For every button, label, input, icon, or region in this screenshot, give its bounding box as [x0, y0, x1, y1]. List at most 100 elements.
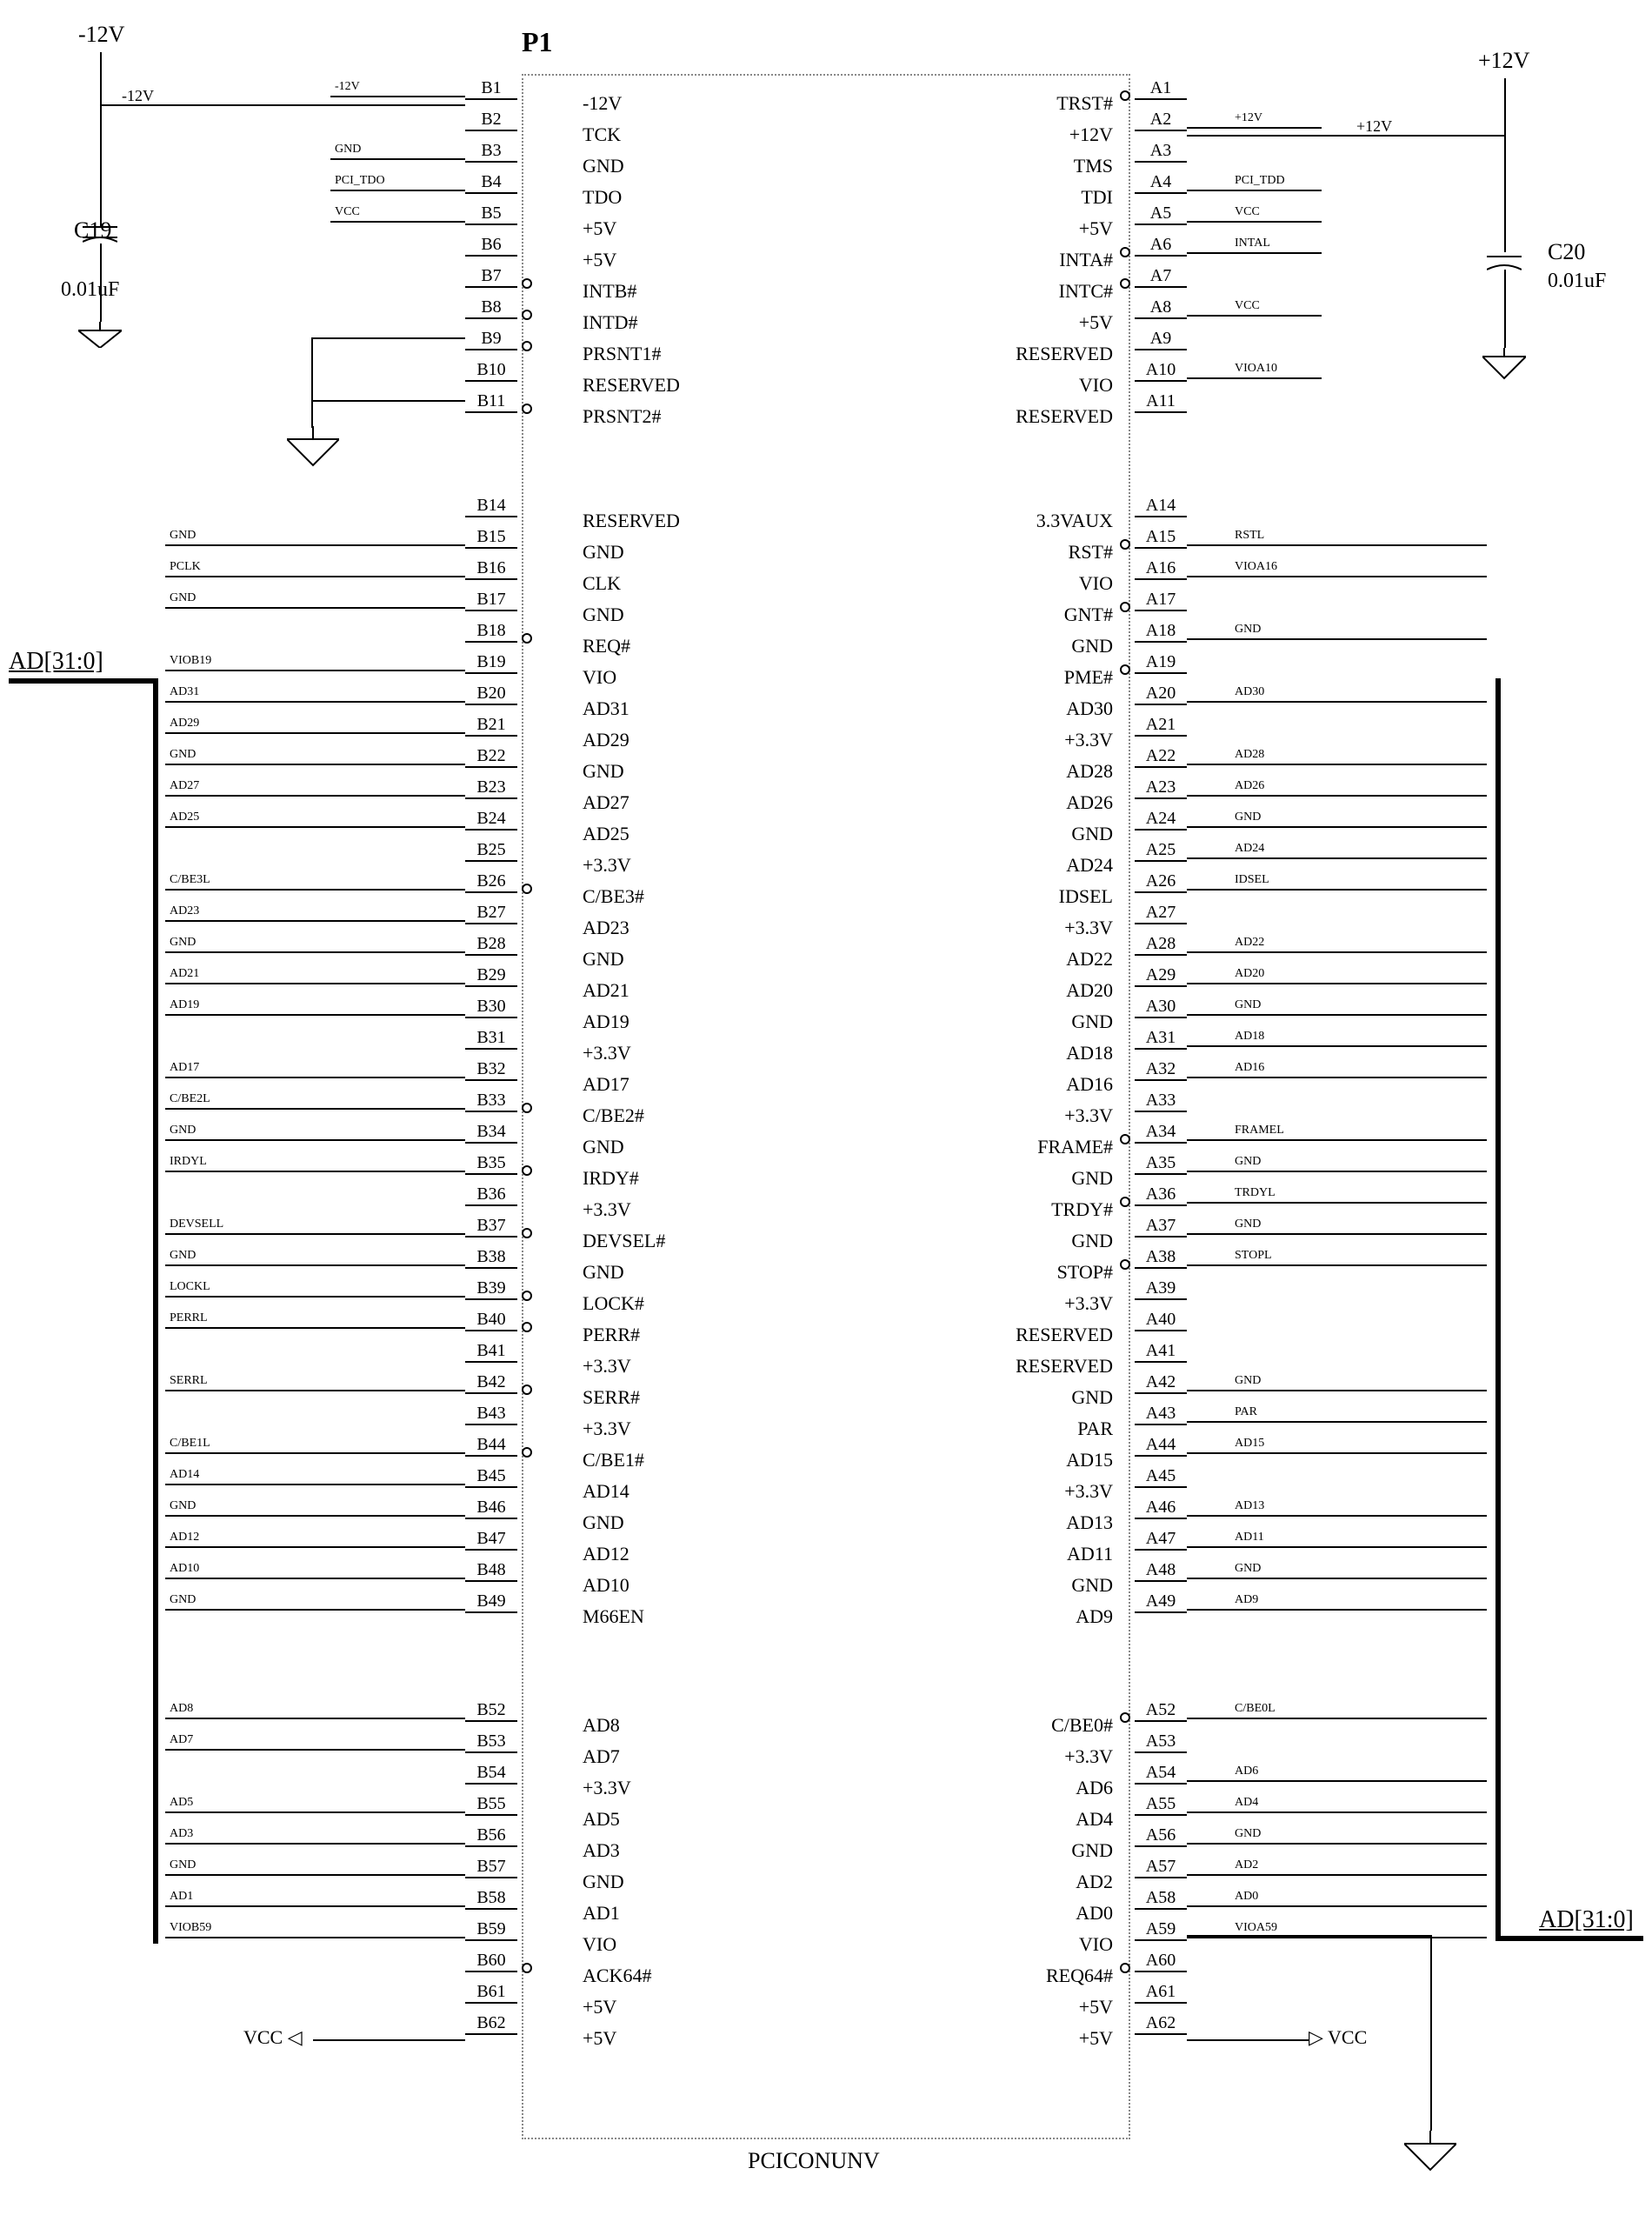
pin-func-B16: CLK — [583, 572, 621, 595]
pin-func-A8: +5V — [939, 311, 1113, 334]
net-A24: GND — [1235, 811, 1261, 824]
pin-func-B11: PRSNT2# — [583, 405, 661, 428]
pin-func-A57: AD2 — [939, 1871, 1113, 1893]
pin-num-B48: B48 — [465, 1560, 517, 1582]
net-A35: GND — [1235, 1155, 1261, 1169]
pin-num-B44: B44 — [465, 1435, 517, 1457]
wire-A42 — [1187, 1390, 1487, 1391]
wire-A2 — [1187, 127, 1322, 129]
wire-A31 — [1187, 1045, 1487, 1047]
inv-circle-B39 — [522, 1291, 532, 1301]
wire-B52 — [165, 1718, 465, 1719]
pin-func-A23: AD26 — [939, 791, 1113, 814]
pin-func-A30: GND — [939, 1011, 1113, 1033]
net-A4: PCI_TDD — [1235, 174, 1285, 188]
pin-func-B55: AD5 — [583, 1808, 620, 1831]
net-B22: GND — [170, 748, 196, 762]
net-B3: GND — [335, 143, 361, 157]
wire-A30 — [1187, 1014, 1487, 1016]
wire-A46 — [1187, 1515, 1487, 1517]
pin-func-B44: C/BE1# — [583, 1449, 644, 1471]
pin-func-A21: +3.3V — [939, 729, 1113, 751]
pos12v-hwire — [1187, 135, 1506, 137]
pin-num-B19: B19 — [465, 652, 517, 674]
pin-func-A36: TRDY# — [939, 1198, 1113, 1221]
net-B5: VCC — [335, 205, 360, 219]
wire-B19 — [165, 670, 465, 671]
wire-B15 — [165, 544, 465, 546]
vcc-right: ▷ VCC — [1309, 2026, 1367, 2049]
net-neg12v: -12V — [122, 87, 154, 105]
pin-num-B7: B7 — [465, 266, 517, 288]
pin-func-B25: +3.3V — [583, 854, 631, 877]
pin-num-B54: B54 — [465, 1763, 517, 1785]
pin-num-A27: A27 — [1135, 903, 1187, 924]
pin-num-A38: A38 — [1135, 1247, 1187, 1269]
pin-func-A5: +5V — [939, 217, 1113, 240]
pin-num-A17: A17 — [1135, 590, 1187, 611]
pin-func-B19: VIO — [583, 666, 616, 689]
pin-num-A49: A49 — [1135, 1591, 1187, 1613]
pos12v-wire — [1504, 78, 1506, 252]
wire-B48 — [165, 1578, 465, 1579]
gnd-a62 — [1404, 2131, 1456, 2174]
wire-B59 — [165, 1937, 465, 1938]
net-B20: AD31 — [170, 685, 199, 699]
pin-num-B20: B20 — [465, 684, 517, 705]
pin-num-B8: B8 — [465, 297, 517, 319]
wire-A38 — [1187, 1264, 1487, 1266]
net-B33: C/BE2L — [170, 1092, 210, 1106]
pin-func-A20: AD30 — [939, 697, 1113, 720]
wire-B4 — [330, 190, 465, 191]
pin-func-A10: VIO — [939, 374, 1113, 397]
wire-B29 — [165, 983, 465, 984]
pin-func-B4: TDO — [583, 186, 622, 209]
pin-num-A48: A48 — [1135, 1560, 1187, 1582]
net-A55: AD4 — [1235, 1796, 1258, 1810]
wire-B33 — [165, 1108, 465, 1110]
pin-num-A30: A30 — [1135, 997, 1187, 1018]
pin-func-A53: +3.3V — [939, 1745, 1113, 1768]
wire-A34 — [1187, 1139, 1487, 1141]
pin-num-B57: B57 — [465, 1857, 517, 1878]
net-A2: +12V — [1235, 111, 1262, 125]
pin-func-A43: PAR — [939, 1418, 1113, 1440]
neg12v-hwire — [100, 104, 465, 106]
wire-A26 — [1187, 889, 1487, 891]
net-B52: AD8 — [170, 1702, 193, 1716]
net-B4: PCI_TDO — [335, 174, 385, 188]
pin-num-A54: A54 — [1135, 1763, 1187, 1785]
pin-num-B46: B46 — [465, 1498, 517, 1519]
wire-A32 — [1187, 1077, 1487, 1078]
pin-func-A28: AD22 — [939, 948, 1113, 971]
net-B32: AD17 — [170, 1061, 199, 1075]
pin-num-B30: B30 — [465, 997, 517, 1018]
net-B34: GND — [170, 1124, 196, 1138]
pin-num-A60: A60 — [1135, 1951, 1187, 1972]
net-A26: IDSEL — [1235, 873, 1269, 887]
pin-num-B59: B59 — [465, 1919, 517, 1941]
net-A44: AD15 — [1235, 1437, 1264, 1451]
pin-num-B36: B36 — [465, 1184, 517, 1206]
net-A22: AD28 — [1235, 748, 1264, 762]
pin-num-B52: B52 — [465, 1700, 517, 1722]
pin-func-B29: AD21 — [583, 979, 629, 1002]
inv-circle-B26 — [522, 884, 532, 894]
wire-B58 — [165, 1905, 465, 1907]
pin-func-A42: GND — [939, 1386, 1113, 1409]
pin-func-A18: GND — [939, 635, 1113, 657]
net-B45: AD14 — [170, 1468, 199, 1482]
gnd-c20 — [1482, 348, 1526, 383]
pin-func-B33: C/BE2# — [583, 1104, 644, 1127]
pin-func-A22: AD28 — [939, 760, 1113, 783]
pos12v-label: +12V — [1478, 48, 1529, 74]
pin-func-B47: AD12 — [583, 1543, 629, 1565]
wire-B28 — [165, 951, 465, 953]
pin-func-A41: RESERVED — [939, 1355, 1113, 1378]
inv-circle-B35 — [522, 1165, 532, 1176]
pin-num-B25: B25 — [465, 840, 517, 862]
pin-func-B5: +5V — [583, 217, 616, 240]
pin-num-A22: A22 — [1135, 746, 1187, 768]
net-B40: PERRL — [170, 1311, 208, 1325]
pin-func-B61: +5V — [583, 1996, 616, 2018]
